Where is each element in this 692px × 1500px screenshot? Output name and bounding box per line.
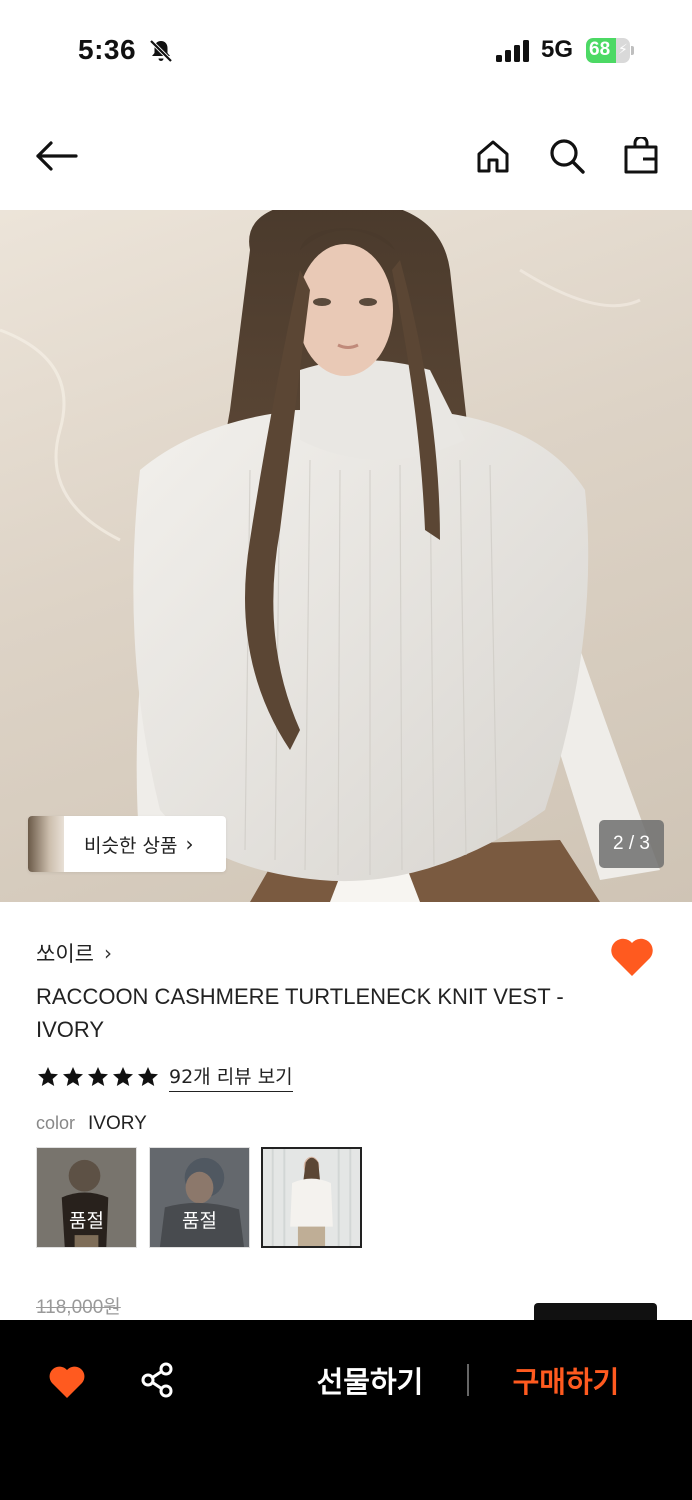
back-arrow-icon [36, 141, 78, 171]
color-value: IVORY [88, 1113, 147, 1134]
sold-out-overlay: 품절 [37, 1148, 136, 1247]
color-label: color [36, 1113, 76, 1133]
swatch-image [263, 1149, 360, 1246]
gift-button[interactable]: 선물하기 [300, 1360, 440, 1404]
star-icon [88, 1067, 108, 1086]
heart-icon [49, 1366, 85, 1398]
buy-button[interactable]: 구매하기 [496, 1360, 636, 1404]
original-price: 118,000원 [36, 1297, 121, 1318]
brand-name: 쏘이르 [36, 942, 94, 966]
bottom-action-bar: 선물하기 구매하기 [0, 1320, 692, 1500]
star-icon [38, 1067, 58, 1086]
similar-products-button[interactable]: 비슷한 상품 › [28, 816, 226, 872]
color-row: color IVORY [36, 1113, 147, 1135]
product-photo [0, 210, 660, 902]
sold-out-overlay: 품절 [150, 1148, 249, 1247]
similar-products-label: 비슷한 상품 [84, 834, 178, 857]
home-icon [477, 140, 509, 173]
network-label: 5G [541, 36, 574, 63]
rating-row: 92개 리뷰 보기 [36, 1062, 293, 1092]
share-button[interactable] [138, 1360, 178, 1400]
color-swatch-option[interactable]: 품절 [36, 1147, 137, 1248]
product-title: RACCOON CASHMERE TURTLENECK KNIT VEST - … [36, 984, 564, 1042]
search-icon [550, 139, 585, 174]
star-icon [63, 1067, 83, 1086]
product-image-carousel[interactable]: 비슷한 상품 › 2 / 3 [0, 210, 692, 902]
bell-slash-icon [149, 39, 173, 63]
chevron-right-icon: › [103, 941, 112, 965]
sold-out-label: 품절 [69, 1210, 104, 1232]
bottom-like-button[interactable] [47, 1362, 87, 1400]
top-nav-bar [0, 104, 692, 210]
color-swatch-option[interactable]: 품절 [149, 1147, 250, 1248]
status-time: 5:36 [78, 34, 137, 65]
rating-stars [36, 1065, 161, 1089]
star-icon [113, 1067, 133, 1086]
similar-products-thumbnail [28, 816, 64, 872]
image-page-indicator: 2 / 3 [599, 820, 664, 868]
like-button[interactable] [608, 934, 656, 978]
review-link[interactable]: 92개 리뷰 보기 [169, 1062, 293, 1092]
divider [467, 1364, 469, 1396]
signal-bars-icon [496, 40, 529, 62]
color-swatch-option-selected[interactable] [261, 1147, 362, 1248]
share-icon [141, 1362, 173, 1398]
status-bar: 5:36 5G 68 ⚡ [0, 0, 692, 104]
heart-icon [611, 938, 653, 976]
sold-out-label: 품절 [182, 1210, 217, 1232]
chevron-right-icon: › [185, 832, 194, 856]
search-button[interactable] [543, 132, 591, 180]
brand-link[interactable]: 쏘이르 › [36, 938, 112, 968]
star-icon [138, 1067, 158, 1086]
battery-level: 68 [589, 39, 611, 60]
shopping-bag-icon [624, 137, 658, 174]
cart-button[interactable] [617, 132, 665, 180]
home-button[interactable] [469, 132, 517, 180]
battery-charging-icon: 68 ⚡ [586, 38, 634, 63]
back-button[interactable] [32, 132, 80, 180]
